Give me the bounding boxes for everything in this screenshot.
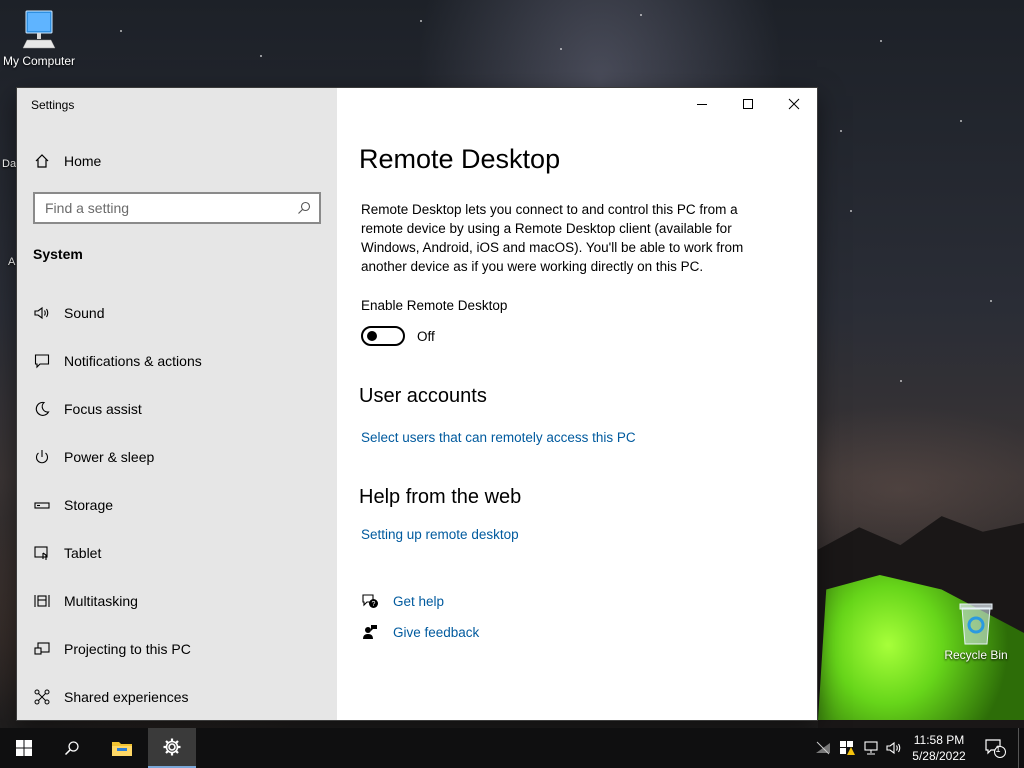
gear-icon [163,738,181,756]
settings-content: Remote Desktop Remote Desktop lets you c… [337,88,817,720]
multitasking-icon [33,592,51,610]
taskbar-clock[interactable]: 11:58 PM 5/28/2022 [904,732,974,764]
sidebar-item-sound[interactable]: Sound [33,300,323,326]
moon-icon [33,400,51,418]
sidebar-item-label: Shared experiences [64,689,189,705]
file-explorer-button[interactable] [98,728,146,768]
sidebar-item-home[interactable]: Home [33,148,101,174]
give-feedback-label: Give feedback [393,624,480,640]
svg-text:?: ? [372,601,376,608]
security-shield-icon[interactable] [839,740,855,756]
close-button[interactable] [771,88,817,120]
settings-sidebar: Settings Home System Sound Notifications [17,88,337,720]
help-chat-icon: ? [361,592,379,610]
sidebar-item-label: Power & sleep [64,449,155,465]
sidebar-item-shared-experiences[interactable]: Shared experiences [33,684,323,710]
enable-remote-desktop-toggle[interactable] [361,326,405,346]
message-icon [33,352,51,370]
projector-icon [33,640,51,658]
remote-desktop-description: Remote Desktop lets you connect to and c… [361,202,744,274]
sidebar-item-label: Projecting to this PC [64,641,191,657]
give-feedback-link[interactable]: Give feedback [361,623,479,641]
feedback-icon [361,623,379,641]
windows-logo-icon [16,740,32,756]
sidebar-item-label: Multitasking [64,593,138,609]
show-desktop-button[interactable] [1018,728,1019,768]
tablet-icon [33,544,51,562]
toggle-state-label: Off [417,329,435,344]
partial-desktop-icon: Da [2,158,16,170]
taskbar: 11:58 PM 5/28/2022 1 [0,728,1024,768]
select-users-link[interactable]: Select users that can remotely access th… [361,430,636,445]
toggle-knob [367,331,377,341]
desktop-icon-label: Recycle Bin [944,648,1008,662]
drive-icon [33,496,51,514]
minimize-button[interactable] [679,88,725,120]
user-accounts-heading: User accounts [359,385,487,407]
sidebar-home-label: Home [64,153,102,169]
desktop-partial-label: Da [2,158,17,170]
sidebar-item-label: Notifications & actions [64,353,202,369]
share-icon [33,688,51,706]
search-icon [297,201,311,215]
desktop-partial-label: A [8,256,16,268]
power-icon [33,448,51,466]
window-title: Settings [31,98,75,112]
section-label-system: System [33,246,83,262]
speaker-icon [33,304,51,322]
sidebar-item-projecting[interactable]: Projecting to this PC [33,636,323,662]
setting-up-remote-desktop-link[interactable]: Setting up remote desktop [361,527,519,542]
sidebar-item-label: Focus assist [64,401,142,417]
help-from-web-heading: Help from the web [359,486,522,508]
trash-icon [959,603,993,645]
home-icon [33,152,51,170]
sidebar-item-label: Tablet [64,545,102,561]
sidebar-item-notifications[interactable]: Notifications & actions [33,348,323,374]
network-disconnected-icon[interactable] [815,740,831,756]
sidebar-item-label: Storage [64,497,114,513]
page-title: Remote Desktop [359,144,561,174]
maximize-button[interactable] [725,88,771,120]
sidebar-item-power-sleep[interactable]: Power & sleep [33,444,323,470]
search-input[interactable] [45,200,285,216]
recycle-bin-icon[interactable]: Recycle Bin [940,600,1012,662]
my-computer-icon[interactable]: My Computer [2,8,76,68]
search-icon [64,741,79,756]
sidebar-item-storage[interactable]: Storage [33,492,323,518]
enable-remote-desktop-label: Enable Remote Desktop [361,298,508,313]
start-button[interactable] [0,728,48,768]
sidebar-item-multitasking[interactable]: Multitasking [33,588,323,614]
network-icon[interactable] [863,740,879,756]
search-taskbar-button[interactable] [48,728,96,768]
minimize-icon [697,104,707,105]
settings-window: Settings Home System Sound Notifications [17,88,817,720]
volume-icon[interactable] [886,740,902,756]
get-help-label: Get help [393,593,445,609]
close-icon [788,98,800,110]
maximize-icon [743,99,753,109]
desktop-icon-label: My Computer [2,54,76,68]
computer-icon [22,10,56,49]
settings-taskbar-button[interactable] [148,728,196,768]
clock-date: 5/28/2022 [912,749,966,763]
action-center-button[interactable]: 1 [980,728,1010,768]
sidebar-item-focus-assist[interactable]: Focus assist [33,396,323,422]
search-box[interactable] [33,192,321,224]
sidebar-item-tablet[interactable]: Tablet [33,540,323,566]
partial-desktop-icon: A [8,256,15,268]
clock-time: 11:58 PM [913,733,965,747]
get-help-link[interactable]: ? Get help [361,592,444,610]
notification-count-badge: 1 [995,744,1001,754]
folder-icon [112,742,132,756]
sidebar-item-label: Sound [64,305,105,321]
